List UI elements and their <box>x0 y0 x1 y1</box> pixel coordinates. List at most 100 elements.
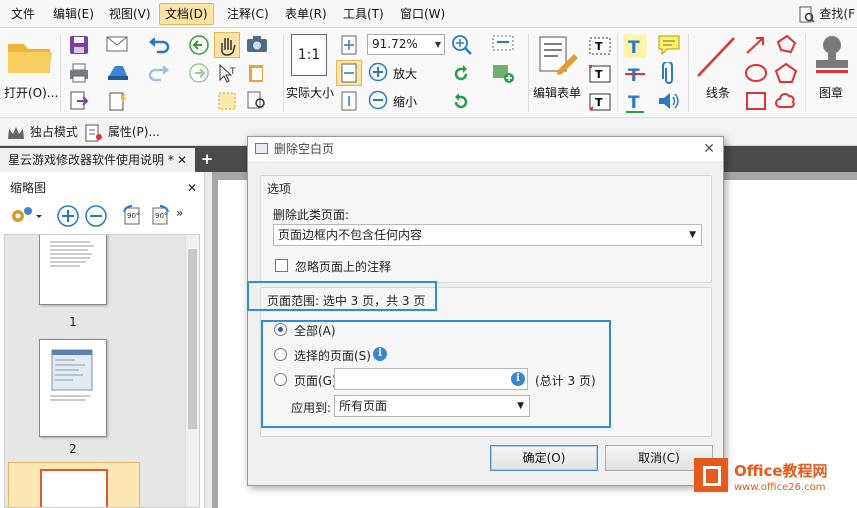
rotate-cw-button[interactable]: 90° <box>148 204 172 228</box>
rotate-ccw-button[interactable]: 90° <box>120 204 144 228</box>
new-tab-button[interactable]: + <box>198 150 216 168</box>
attach-icon[interactable] <box>659 62 679 86</box>
properties-label: 属性(P)... <box>107 125 160 139</box>
open-label[interactable]: 打开(O)... <box>4 84 58 101</box>
print-icon[interactable] <box>68 62 90 84</box>
menu-document[interactable]: 文档(D) <box>159 3 214 25</box>
ignore-annotations-label[interactable]: 忽略页面上的注释 <box>295 258 391 275</box>
zoom-in-label[interactable]: 放大 <box>393 65 417 82</box>
underline-icon[interactable]: T <box>623 90 647 114</box>
menu-form[interactable]: 表单(R) <box>280 3 332 25</box>
close-pane-icon[interactable]: ✕ <box>187 178 197 198</box>
document-tab[interactable]: 星云游戏修改器软件使用说明 * ✕ <box>0 148 195 172</box>
rotate-right-icon[interactable] <box>451 92 471 112</box>
snapshot-select-icon[interactable] <box>216 90 238 112</box>
watermark-url: www.office26.com <box>734 482 826 493</box>
search-menu[interactable]: 查找(F <box>799 3 855 25</box>
more-icon[interactable]: » <box>176 206 183 220</box>
page-thumbnail-3-selected[interactable] <box>8 462 140 507</box>
cloud-icon[interactable] <box>774 90 798 112</box>
zoom-value: 91.72% <box>372 37 418 51</box>
undo-icon[interactable] <box>147 34 171 54</box>
menu-edit[interactable]: 编辑(E) <box>48 3 99 25</box>
arrow-icon[interactable] <box>744 34 768 56</box>
strikeout-icon[interactable]: T <box>623 62 647 86</box>
close-tab-icon[interactable]: ✕ <box>177 148 187 172</box>
properties-button[interactable]: 属性(P)... <box>84 123 160 141</box>
form-field-icon[interactable]: T <box>588 34 612 58</box>
fit-width-icon[interactable] <box>336 60 362 86</box>
exclusive-mode-label: 独占模式 <box>29 125 78 139</box>
thumb-zoom-out-icon[interactable] <box>84 204 108 228</box>
zoom-out-icon[interactable] <box>368 90 388 110</box>
new-doc-icon[interactable] <box>106 90 130 112</box>
fit-page-icon[interactable] <box>338 34 360 56</box>
exclusive-mode-button[interactable]: 独占模式 <box>6 123 78 141</box>
thumbnail-title: 缩略图 <box>10 181 47 195</box>
pane-splitter[interactable] <box>205 172 212 508</box>
page-number-1: 1 <box>69 315 77 329</box>
ignore-annotations-checkbox[interactable] <box>275 259 288 272</box>
thumbnail-scrollbar[interactable] <box>185 235 199 507</box>
redo-icon[interactable] <box>147 62 171 82</box>
email-icon[interactable] <box>106 34 130 54</box>
text-box-icon[interactable] <box>491 34 517 54</box>
zoom-out-label[interactable]: 缩小 <box>393 93 417 110</box>
lines-label[interactable]: 线条 <box>706 84 730 101</box>
ellipse-icon[interactable] <box>744 62 768 84</box>
close-icon[interactable]: ✕ <box>703 137 715 161</box>
ok-button[interactable]: 确定(O) <box>490 445 598 471</box>
actual-size-icon[interactable]: 1:1 <box>291 34 327 76</box>
edit-form-label[interactable]: 编辑表单 <box>533 84 581 101</box>
settings-gear-icon[interactable] <box>8 205 44 227</box>
thumb-zoom-in-icon[interactable] <box>56 204 80 228</box>
rotate-left-icon[interactable] <box>451 64 471 84</box>
sound-icon[interactable] <box>657 90 681 112</box>
menu-comment[interactable]: 注释(C) <box>222 3 274 25</box>
text-field-icon[interactable]: T <box>588 62 612 86</box>
zoom-in-icon[interactable] <box>368 62 388 82</box>
svg-text:T: T <box>229 67 236 77</box>
menu-tools[interactable]: 工具(T) <box>338 3 389 25</box>
scrollbar-thumb[interactable] <box>188 249 197 429</box>
hand-tool-icon[interactable] <box>214 32 240 58</box>
svg-text:T: T <box>628 93 640 113</box>
export-icon[interactable] <box>68 90 90 112</box>
watermark-title: Office教程网 <box>734 462 828 480</box>
fit-visible-icon[interactable] <box>338 90 360 112</box>
page-content-screenshot <box>50 349 93 401</box>
forward-icon[interactable] <box>188 62 210 84</box>
open-folder-icon[interactable] <box>6 36 54 76</box>
rotate-ccw-label: 90° <box>127 212 140 220</box>
watermark: Office教程网 www.office26.com <box>694 458 857 508</box>
search-label: 查找(F <box>819 7 855 21</box>
rectangle-icon[interactable] <box>744 90 768 112</box>
menu-window[interactable]: 窗口(W) <box>395 3 450 25</box>
save-icon[interactable] <box>68 34 90 56</box>
clipboard-icon[interactable] <box>246 62 268 84</box>
checkbox-field-icon[interactable]: T <box>588 90 612 114</box>
note-icon[interactable] <box>657 34 681 56</box>
scan-icon[interactable] <box>106 62 130 82</box>
line-tool-icon[interactable] <box>694 34 738 78</box>
back-icon[interactable] <box>188 34 210 56</box>
add-image-icon[interactable] <box>491 62 517 84</box>
select-text-icon[interactable]: T <box>216 62 238 84</box>
menu-view[interactable]: 视图(V) <box>104 3 156 25</box>
pentagon-icon[interactable] <box>774 62 798 84</box>
camera-icon[interactable] <box>246 34 268 54</box>
typewriter-icon[interactable]: T <box>623 34 647 58</box>
magnifier-icon[interactable] <box>451 34 475 56</box>
menu-file[interactable]: 文件 <box>6 3 40 25</box>
edit-form-icon[interactable] <box>536 34 580 78</box>
stamp-label[interactable]: 图章 <box>819 84 843 101</box>
stamp-icon[interactable] <box>810 32 854 76</box>
delete-type-select[interactable]: 页面边框内不包含任何内容 ▼ <box>273 224 702 246</box>
polygon-line-icon[interactable] <box>774 34 798 56</box>
page-thumbnail-2[interactable] <box>39 339 107 437</box>
find-icon[interactable] <box>246 90 268 112</box>
zoom-select[interactable]: 91.72% ▼ <box>367 34 445 55</box>
actual-size-label[interactable]: 实际大小 <box>286 84 334 101</box>
page-thumbnail-1[interactable] <box>39 235 107 305</box>
search-doc-icon <box>799 6 815 23</box>
